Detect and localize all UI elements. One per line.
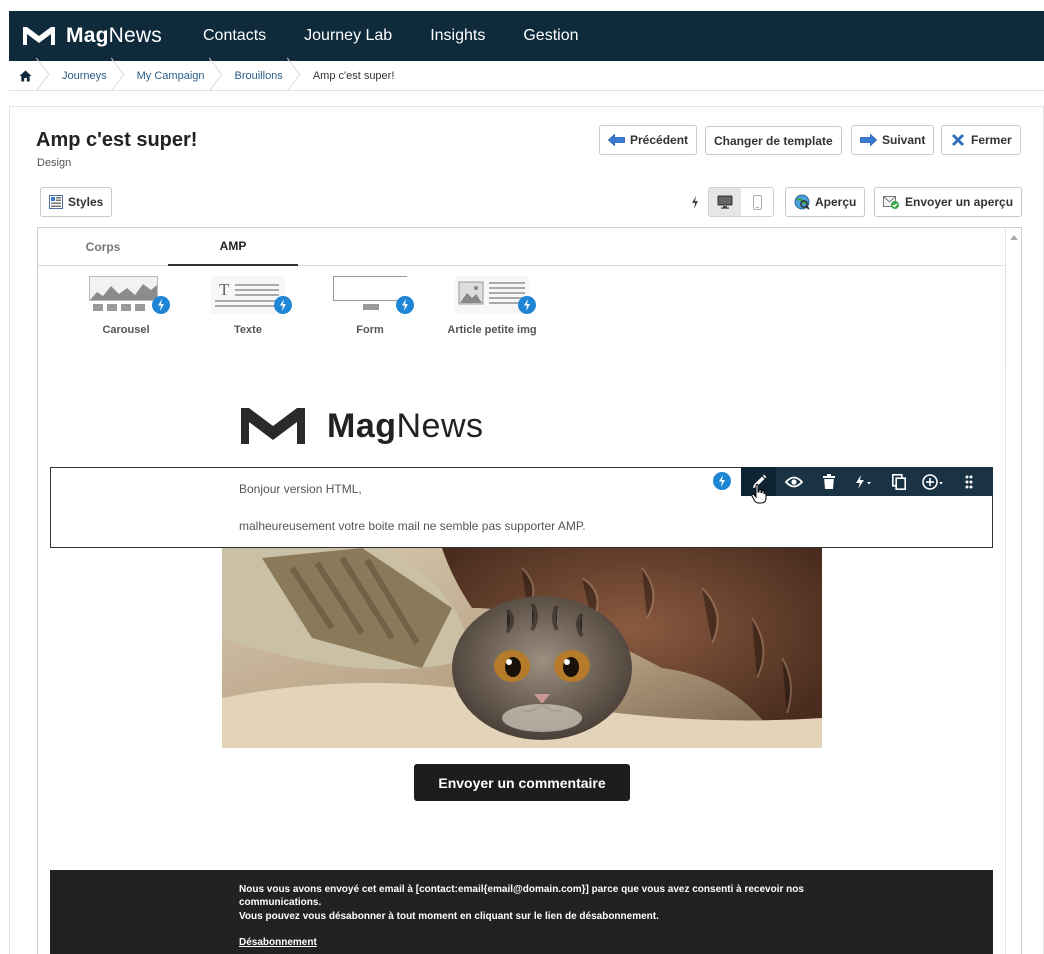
breadcrumb-my-campaign[interactable]: My Campaign [121,61,219,91]
mobile-view-button[interactable] [741,188,773,216]
tab-amp[interactable]: AMP [168,228,298,266]
main-panel: Amp c'est super! Design Précédent Change… [9,106,1044,954]
amp-block-palette: Carousel T Texte Form Article petite img [38,266,1005,360]
desktop-icon [717,195,733,209]
add-circle-icon [921,473,943,490]
send-comment-button[interactable]: Envoyer un commentaire [414,764,630,801]
text-block-line1[interactable]: Bonjour version HTML, [239,482,362,496]
tab-corps[interactable]: Corps [38,228,168,266]
breadcrumb-journeys[interactable]: Journeys [46,61,121,91]
top-navbar: MagNews Contacts Journey Lab Insights Ge… [9,11,1044,61]
previous-button[interactable]: Précédent [599,125,698,155]
block-texte-label: Texte [234,324,262,336]
selected-text-block[interactable]: Bonjour version HTML, malheureusement vo… [50,467,993,548]
close-icon [952,134,964,146]
copy-icon [891,473,906,490]
styles-button-label: Styles [68,195,104,209]
next-button[interactable]: Suivant [851,125,935,155]
breadcrumb-brouillons[interactable]: Brouillons [219,61,297,91]
text-block-line2[interactable]: malheureusement votre boite mail ne semb… [239,519,586,533]
breadcrumb-home[interactable] [9,61,46,91]
cat-image[interactable] [222,548,822,748]
delete-button[interactable] [811,467,846,496]
magnews-logo-icon [23,27,55,45]
hand-cursor-icon [751,484,767,504]
svg-text:T: T [219,280,230,299]
preview-button-label: Aperçu [815,195,857,209]
email-footer: Nous vous avons envoyé cet email à [cont… [50,870,993,954]
block-carousel[interactable]: Carousel [71,276,181,346]
email-logo-text: MagNews [327,406,484,445]
eye-icon [784,476,803,487]
styles-icon [49,195,63,209]
scroll-up-arrow[interactable] [1010,235,1018,240]
drag-handle[interactable] [951,467,986,496]
footer-consent-text: Nous vous avons envoyé cet email à [cont… [239,884,804,908]
preview-globe-icon [794,194,810,210]
block-article-small-img-label: Article petite img [447,324,537,336]
nav-journey-lab[interactable]: Journey Lab [304,27,392,45]
styles-button[interactable]: Styles [40,187,113,217]
drag-handle-icon [965,475,972,488]
arrow-right-icon [860,134,877,146]
email-logo: MagNews [239,404,484,448]
device-toggle [708,187,774,217]
lightning-dropdown-icon [855,474,871,489]
send-preview-label: Envoyer un aperçu [905,195,1014,209]
preview-button[interactable]: Aperçu [785,187,866,217]
breadcrumb-current: Amp c'est super! [312,69,395,82]
brand-name: MagNews [66,24,162,47]
amp-badge-icon [274,296,292,314]
amp-options-dropdown[interactable] [846,467,881,496]
send-preview-icon [883,196,899,209]
block-form[interactable]: Form [315,276,425,346]
previous-button-label: Précédent [630,133,689,147]
nav-gestion[interactable]: Gestion [523,27,578,45]
page-title: Amp c'est super! [36,129,198,151]
block-toolbar [741,467,993,496]
block-texte[interactable]: T Texte [193,276,303,346]
add-block-dropdown[interactable] [916,467,951,496]
home-icon [19,70,32,81]
mobile-icon [752,194,762,210]
close-button-label: Fermer [971,133,1012,147]
page-subtitle: Design [37,157,72,169]
amp-badge-icon [152,296,170,314]
nav-contacts[interactable]: Contacts [203,27,266,45]
trash-icon [822,474,835,489]
close-button[interactable]: Fermer [941,125,1021,155]
magnews-logo-icon [241,408,305,444]
block-carousel-label: Carousel [102,324,150,336]
editor-scrollbar[interactable] [1005,228,1021,954]
send-preview-button[interactable]: Envoyer un aperçu [874,187,1023,217]
desktop-view-button[interactable] [709,188,741,216]
amp-badge-icon [518,296,536,314]
amp-flag-icon [713,472,731,490]
editor-tabs: Corps AMP [38,228,1005,266]
block-article-small-img[interactable]: Article petite img [437,276,547,346]
duplicate-button[interactable] [881,467,916,496]
amp-lightning-icon [692,196,698,209]
preview-block-button[interactable] [776,467,811,496]
cat-photo-icon [222,548,822,748]
email-editor: Corps AMP Carousel T Texte Form Article … [37,227,1022,954]
block-form-label: Form [356,324,384,336]
next-button-label: Suivant [882,133,926,147]
nav-insights[interactable]: Insights [430,27,485,45]
unsubscribe-link[interactable]: Désabonnement [239,937,317,948]
arrow-left-icon [608,134,625,146]
email-canvas: MagNews Bonjour version HTML, malheureus… [38,360,1005,954]
brand-logo[interactable]: MagNews [20,24,203,48]
footer-unsubscribe-text: Vous pouvez vous désabonner à tout momen… [239,911,659,922]
amp-badge-icon [396,296,414,314]
breadcrumb: Journeys My Campaign Brouillons Amp c'es… [9,61,1044,91]
change-template-button[interactable]: Changer de template [705,126,842,155]
change-template-label: Changer de template [714,133,833,148]
